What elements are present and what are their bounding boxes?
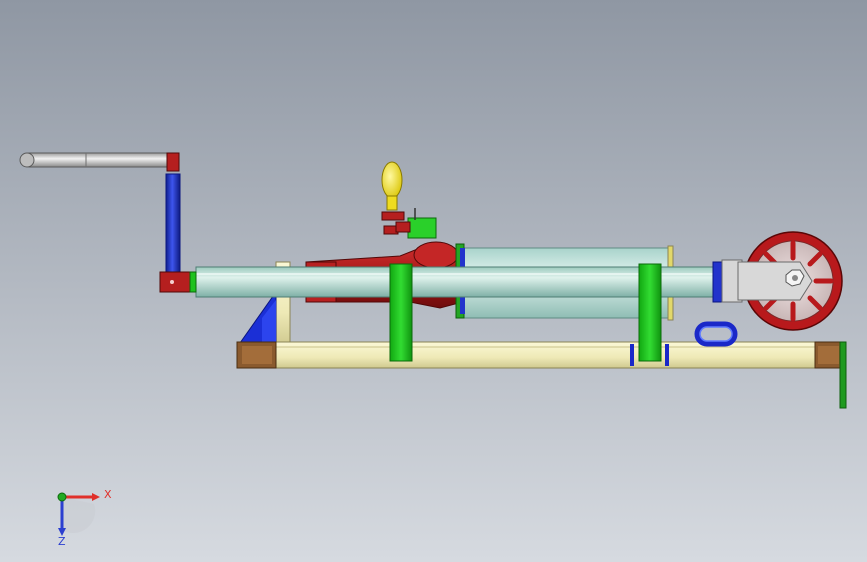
crank-top-joint bbox=[166, 152, 180, 172]
tube-flange bbox=[712, 261, 723, 303]
rail-stop-1 bbox=[630, 344, 634, 366]
base-rail bbox=[237, 341, 843, 369]
front-clamp bbox=[389, 263, 413, 362]
wheel-axle bbox=[792, 275, 798, 281]
x-axis-label: X bbox=[104, 488, 112, 501]
z-axis-label: Z bbox=[58, 535, 66, 548]
jack-tube-body bbox=[195, 266, 717, 298]
crank-pivot-pin bbox=[170, 280, 174, 284]
left-end-block-face bbox=[242, 346, 272, 364]
right-foot-bracket bbox=[839, 341, 847, 409]
pump-dome bbox=[413, 241, 459, 269]
valve-knob bbox=[381, 161, 403, 199]
valve-lever bbox=[381, 211, 405, 221]
crank-grip-tube bbox=[25, 152, 173, 168]
crank-pivot-collar bbox=[189, 271, 197, 293]
crank-grip-end bbox=[19, 152, 35, 168]
rear-clamp bbox=[638, 263, 662, 362]
cad-viewport[interactable]: X Z bbox=[0, 0, 867, 562]
valve-nut bbox=[395, 221, 411, 233]
crank-pivot-block bbox=[159, 271, 195, 293]
crank-arm bbox=[165, 173, 181, 275]
valve-knob-neck bbox=[386, 195, 398, 211]
valve-body bbox=[407, 217, 437, 239]
right-end-block-face bbox=[818, 346, 839, 364]
rail-stop-2 bbox=[665, 344, 669, 366]
assembly-drawing: X Z bbox=[0, 0, 867, 562]
y-axis-dot bbox=[57, 492, 67, 502]
